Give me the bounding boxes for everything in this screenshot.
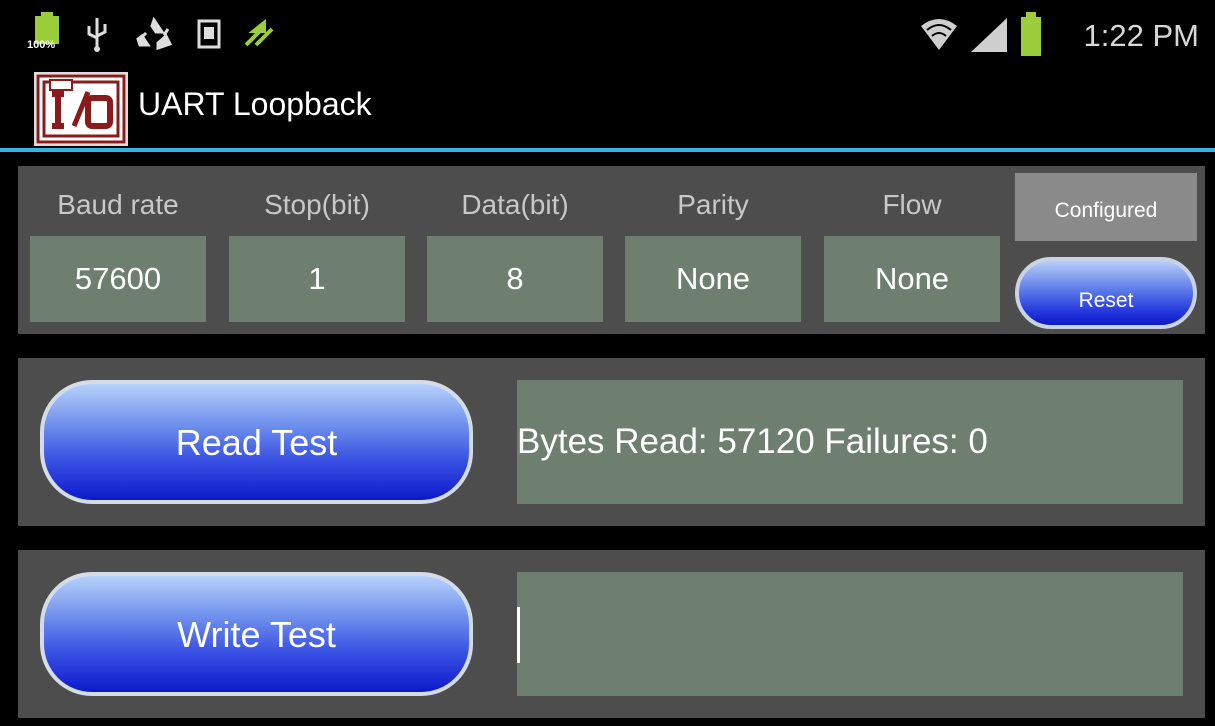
write-test-panel: Write Test [18,550,1205,718]
status-bar: 100% 1:22 PM [0,0,1215,64]
configured-button[interactable]: Configured [1015,173,1197,241]
usb-icon [82,14,112,54]
read-test-button[interactable]: Read Test [40,380,473,504]
recycle-icon [134,14,174,54]
battery-level-text: 100% [27,39,56,51]
data-bit-spinner[interactable]: 8 [427,236,603,322]
config-panel: Baud rate Stop(bit) Data(bit) Parity Flo… [18,166,1205,334]
data-bit-label: Data(bit) [461,189,569,220]
io-logo-icon [34,72,128,146]
baud-rate-spinner[interactable]: 57600 [30,236,206,322]
text-cursor [517,607,520,663]
sync-arrow-icon [240,14,280,54]
app-title: UART Loopback [138,86,372,122]
wifi-icon [917,14,961,54]
signal-icon [967,14,1011,54]
action-bar-divider [0,148,1215,152]
read-result-text: Bytes Read: 57120 Failures: 0 [517,380,1183,504]
stop-bit-label: Stop(bit) [264,189,370,220]
status-time: 1:22 PM [1083,18,1199,53]
parity-label: Parity [677,189,749,220]
write-input-field[interactable] [517,572,1183,696]
read-test-panel: Read Test Bytes Read: 57120 Failures: 0 [18,358,1205,526]
action-bar: UART Loopback [0,64,1215,148]
flow-spinner[interactable]: None [824,236,1000,322]
flow-label: Flow [882,189,942,220]
stop-bit-spinner[interactable]: 1 [229,236,405,322]
reset-button[interactable]: Reset [1015,257,1197,329]
battery-full-icon [1017,12,1045,56]
baud-rate-label: Baud rate [57,189,179,220]
write-test-button[interactable]: Write Test [40,572,473,696]
sd-card-icon [194,14,224,54]
parity-spinner[interactable]: None [625,236,801,322]
